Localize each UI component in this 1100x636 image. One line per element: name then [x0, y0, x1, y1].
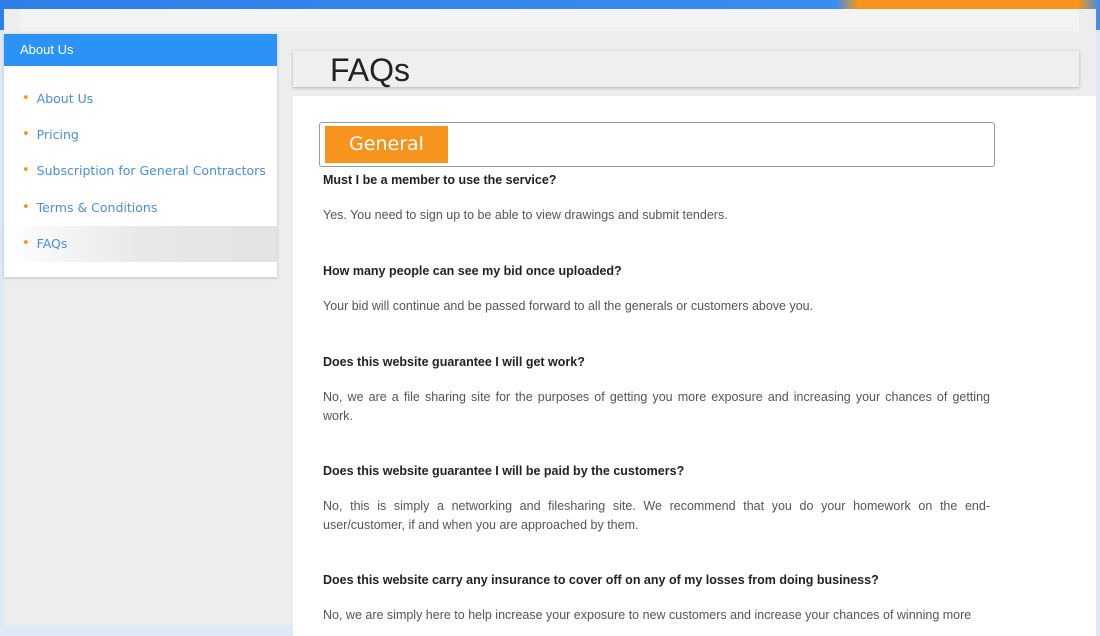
bullet-icon: • [22, 127, 30, 143]
faq-content: General Must I be a member to use the se… [293, 96, 1096, 636]
bullet-icon: • [22, 90, 30, 106]
bullet-icon: • [22, 163, 30, 179]
faq-item: Does this website guarantee I will be pa… [323, 464, 990, 532]
sidebar-header: About Us [4, 34, 277, 66]
sidebar: About Us • About Us • Pricing • Subscrip… [4, 34, 277, 277]
faq-item: How many people can see my bid once uplo… [323, 264, 990, 313]
sidebar-item-terms[interactable]: • Terms & Conditions [4, 189, 277, 225]
sidebar-list: • About Us • Pricing • Subscription for … [4, 66, 277, 262]
bullet-icon: • [22, 236, 30, 252]
faq-answer: No, we are simply here to help increase … [323, 608, 972, 622]
section-header: General [319, 122, 995, 167]
faq-answer: Yes. You need to sign up to be able to v… [323, 208, 728, 222]
sidebar-item-label: About Us [36, 90, 94, 106]
sidebar-item-label: FAQs [36, 236, 68, 252]
sidebar-item-label: Subscription for General Contractors [36, 163, 266, 179]
section-tab-general[interactable]: General [325, 126, 448, 163]
top-strip [20, 9, 1079, 31]
faq-item: Does this website guarantee I will get w… [323, 355, 990, 423]
faq-answer: No, we are a file sharing site for the p… [323, 390, 990, 423]
faq-item: Must I be a member to use the service? Y… [323, 173, 990, 222]
page-title-box: FAQs [293, 51, 1079, 88]
sidebar-item-label: Pricing [36, 127, 79, 143]
faq-question: Does this website guarantee I will get w… [323, 355, 585, 369]
page-title: FAQs [330, 52, 411, 88]
sidebar-item-faqs[interactable]: • FAQs [4, 225, 277, 262]
sidebar-item-label: Terms & Conditions [36, 199, 158, 215]
sidebar-item-pricing[interactable]: • Pricing [4, 116, 277, 152]
sidebar-item-about-us[interactable]: • About Us [4, 80, 277, 116]
faq-answer: Your bid will continue and be passed for… [323, 299, 814, 313]
faq-question: Does this website guarantee I will be pa… [323, 464, 685, 478]
faq-question: How many people can see my bid once uplo… [323, 264, 622, 278]
sidebar-item-subscription[interactable]: • Subscription for General Contractors [4, 153, 277, 189]
bullet-icon: • [22, 199, 30, 215]
faq-question: Does this website carry any insurance to… [323, 573, 879, 587]
faq-answer: No, this is simply a networking and file… [323, 499, 990, 532]
faq-item: Does this website carry any insurance to… [323, 573, 990, 622]
faq-question: Must I be a member to use the service? [323, 173, 557, 187]
